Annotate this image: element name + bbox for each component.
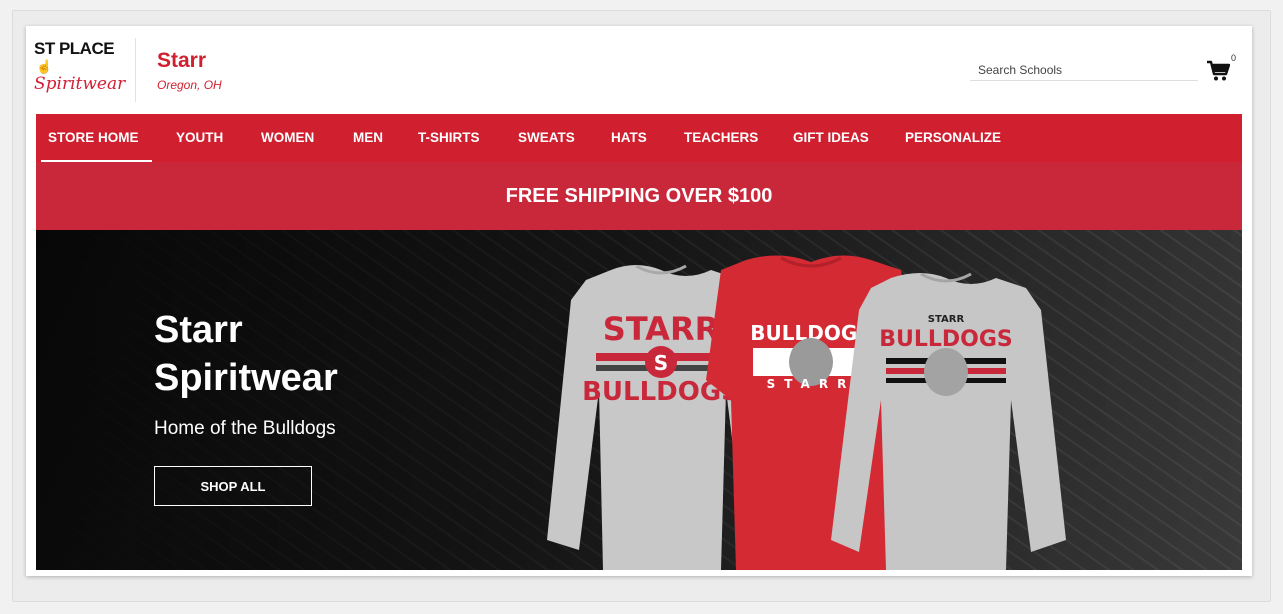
nav-item-men[interactable]: MEN	[353, 114, 383, 162]
search-input[interactable]	[970, 59, 1198, 81]
store-page: ST PLACE☝ Spiritwear Starr Oregon, OH 0 …	[26, 26, 1252, 576]
shirt-left-top-text: STARR	[603, 310, 719, 348]
nav-item-youth[interactable]: YOUTH	[176, 114, 223, 162]
logo-top-text: ST PLACE	[34, 39, 115, 58]
main-nav: STORE HOME YOUTH WOMEN MEN T-SHIRTS SWEA…	[36, 114, 1242, 162]
school-name[interactable]: Starr	[157, 50, 206, 72]
promo-banner[interactable]: FREE SHIPPING OVER $100	[36, 162, 1242, 230]
hero-title-line2: Spiritwear	[154, 357, 338, 399]
logo-bottom-text: Spiritwear	[34, 74, 126, 94]
hero-banner: Starr Spiritwear Home of the Bulldogs SH…	[36, 230, 1242, 570]
cart-icon[interactable]	[1206, 60, 1231, 82]
nav-item-teachers[interactable]: TEACHERS	[684, 114, 758, 162]
nav-item-women[interactable]: WOMEN	[261, 114, 314, 162]
shirt-center-bottom-text: STARR	[767, 377, 856, 391]
store-logo[interactable]: ST PLACE☝ Spiritwear	[34, 40, 130, 96]
hand-icon: ☝	[36, 59, 52, 74]
nav-item-store-home[interactable]: STORE HOME	[48, 114, 139, 162]
school-location: Oregon, OH	[157, 78, 222, 92]
nav-item-sweats[interactable]: SWEATS	[518, 114, 575, 162]
promo-text: FREE SHIPPING OVER $100	[505, 185, 773, 207]
shirt-left-middle-text: S	[654, 351, 668, 375]
cart-count: 0	[1231, 53, 1237, 63]
nav-item-personalize[interactable]: PERSONALIZE	[905, 114, 1001, 162]
nav-item-gift-ideas[interactable]: GIFT IDEAS	[793, 114, 869, 162]
header-divider	[135, 38, 136, 102]
site-header: ST PLACE☝ Spiritwear Starr Oregon, OH 0	[26, 26, 1252, 114]
shirt-right-top-text: STARR	[928, 314, 965, 325]
hero-subtitle: Home of the Bulldogs	[154, 418, 336, 439]
nav-item-hats[interactable]: HATS	[611, 114, 647, 162]
shop-all-button[interactable]: SHOP ALL	[154, 466, 312, 506]
nav-item-t-shirts[interactable]: T-SHIRTS	[418, 114, 480, 162]
hero-title-line1: Starr	[154, 309, 243, 351]
hero-product-image: STARR S BULLDOGS BULLDOGS STARR STARR BU…	[547, 255, 1066, 570]
